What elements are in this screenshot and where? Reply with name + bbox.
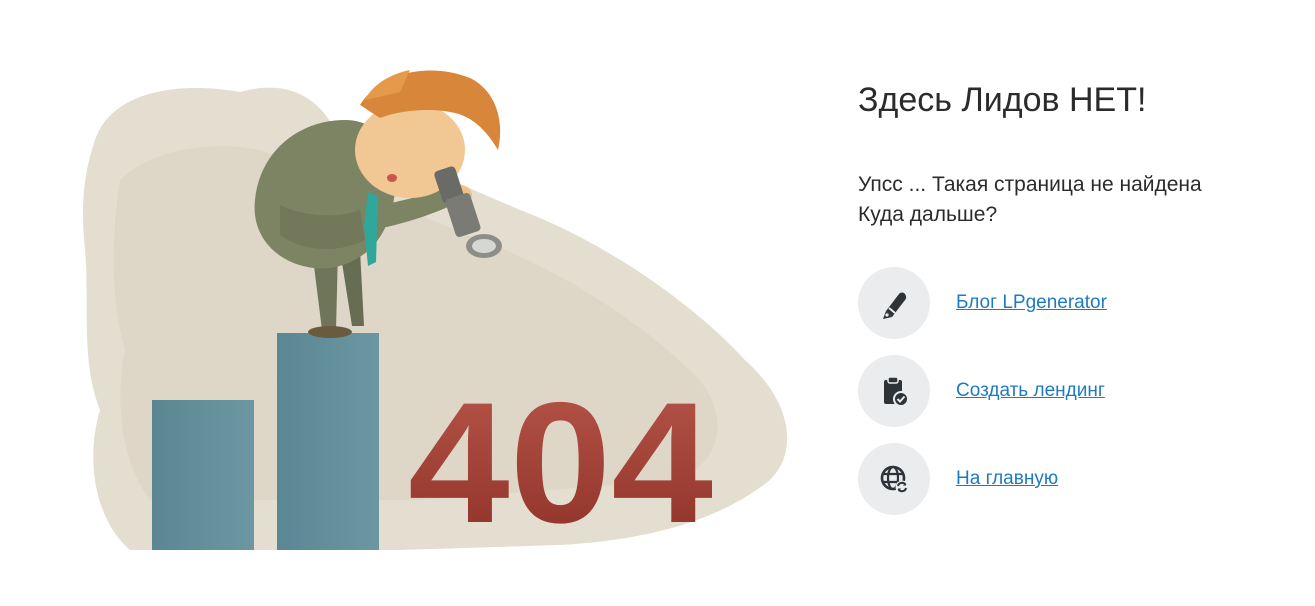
- create-landing-link[interactable]: Создать лендинг: [956, 380, 1105, 402]
- error-illustration: 404: [0, 0, 820, 606]
- page-title: Здесь Лидов НЕТ!: [858, 81, 1147, 119]
- error-page: 404 Здесь Лидов НЕТ! Упсс ... Такая стра…: [0, 0, 1315, 606]
- error-content: Здесь Лидов НЕТ! Упсс ... Такая страница…: [858, 80, 1278, 530]
- clipboard-check-icon[interactable]: [858, 355, 930, 427]
- globe-refresh-icon[interactable]: [858, 443, 930, 515]
- where-next-text: Куда дальше?: [858, 203, 998, 226]
- link-item-create-landing[interactable]: Создать лендинг: [858, 354, 1278, 428]
- error-message: Упсс ... Такая страница не найдена Куда …: [858, 170, 1278, 230]
- short-bar: [152, 400, 254, 550]
- link-item-blog[interactable]: Блог LPgenerator: [858, 266, 1278, 340]
- error-code: 404: [408, 367, 713, 559]
- link-item-home[interactable]: На главную: [858, 442, 1278, 516]
- home-link[interactable]: На главную: [956, 468, 1058, 490]
- not-found-text: Упсс ... Такая страница не найдена: [858, 173, 1202, 196]
- pen-icon[interactable]: [858, 267, 930, 339]
- blog-link[interactable]: Блог LPgenerator: [956, 292, 1107, 314]
- illustration-svg: 404: [83, 70, 788, 559]
- navigation-links: Блог LPgenerator Создать лендинг На глав…: [858, 266, 1278, 516]
- tall-bar: [277, 333, 379, 550]
